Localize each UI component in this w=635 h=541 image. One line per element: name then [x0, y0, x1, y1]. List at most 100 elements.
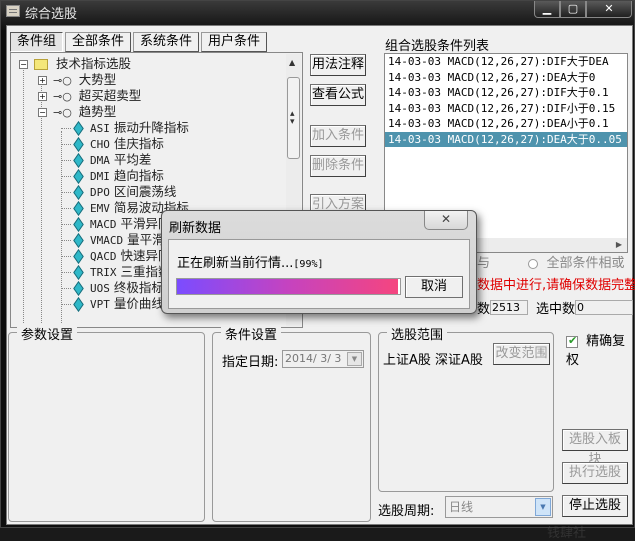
indicator-code: QACD: [90, 250, 117, 263]
chevron-down-icon[interactable]: ▼: [347, 352, 362, 366]
period-label: 选股周期:: [378, 504, 435, 519]
expand-icon[interactable]: +: [38, 76, 47, 85]
expand-icon[interactable]: +: [38, 92, 47, 101]
tab-all-conditions[interactable]: 全部条件: [65, 32, 132, 52]
date-picker[interactable]: 2014/ 3/ 3 ▼: [282, 350, 364, 368]
dialog-cancel-button[interactable]: 取消: [405, 276, 463, 298]
tree-root-technical[interactable]: − 技术指标选股: [19, 56, 131, 72]
indicator-icon: [73, 233, 84, 248]
tree-connector: [61, 128, 71, 129]
tree-leaf-indicator[interactable]: DMA 平均差: [61, 152, 151, 168]
indicator-code: EMV: [90, 202, 110, 215]
scroll-thumb[interactable]: ▴ ▾: [287, 77, 300, 159]
tree-group-trend[interactable]: − ⊸○ 趋势型: [38, 104, 116, 120]
chevron-down-icon[interactable]: ▼: [535, 498, 551, 516]
indicator-code: VMACD: [90, 234, 124, 247]
tree-leaf-indicator[interactable]: DMI 趋向指标: [61, 168, 164, 184]
tab-condition-group[interactable]: 条件组: [10, 32, 64, 52]
indicator-icon: [73, 217, 84, 232]
tree-leaf-indicator[interactable]: ASI 振动升降指标: [61, 120, 189, 136]
indicator-name: 区间震荡线: [113, 184, 177, 199]
indicator-icon: [73, 297, 84, 312]
scope-title: 选股范围: [387, 324, 448, 343]
indicator-name: 量价曲线: [113, 296, 164, 311]
indicator-icon: [73, 281, 84, 296]
collapse-icon[interactable]: −: [38, 108, 47, 117]
key-icon: ⊸○: [52, 90, 72, 103]
indicator-icon: [73, 249, 84, 264]
tab-bar: 条件组 全部条件 系统条件 用户条件: [10, 32, 268, 52]
tab-user-conditions[interactable]: 用户条件: [201, 32, 268, 52]
maximize-button[interactable]: ▢: [560, 1, 586, 18]
tree-connector: [61, 240, 71, 241]
usage-notes-button[interactable]: 用法注释: [310, 54, 366, 76]
radio-all-or-label[interactable]: 全部条件相或: [546, 256, 624, 271]
tree-leaf-indicator[interactable]: TRIX 三重指数: [61, 264, 171, 280]
tab-system-conditions[interactable]: 系统条件: [133, 32, 200, 52]
indicator-icon: [73, 169, 84, 184]
indicator-code: DPO: [90, 186, 110, 199]
period-select[interactable]: 日线 ▼: [445, 496, 553, 518]
params-title: 参数设置: [17, 324, 78, 343]
tree-connector: [61, 304, 71, 305]
dialog-close-button[interactable]: ✕: [424, 211, 468, 230]
indicator-code: MACD: [90, 218, 117, 231]
condition-item[interactable]: 14-03-03 MACD(12,26,27):DEA大于0..05: [385, 131, 627, 147]
period-value: 日线: [449, 500, 474, 514]
tree-connector: [61, 144, 71, 145]
close-button[interactable]: ✕: [586, 1, 632, 18]
indicator-code: ASI: [90, 122, 110, 135]
logic-radio-group: 与 全部条件相或: [477, 252, 624, 271]
indicator-icon: [73, 185, 84, 200]
indicator-name: 平均差: [113, 152, 152, 167]
stop-screening-button[interactable]: 停止选股: [562, 495, 628, 517]
collapse-icon[interactable]: −: [19, 60, 28, 69]
condition-item[interactable]: 14-03-03 MACD(12,26,27):DIF小于0.15: [385, 101, 627, 117]
tree-leaf-indicator[interactable]: VPT 量价曲线: [61, 296, 164, 312]
tree-leaf-indicator[interactable]: VMACD 量平滑: [61, 232, 165, 248]
indicator-name: 趋向指标: [113, 168, 164, 183]
scroll-up-arrow-icon[interactable]: ▲: [289, 58, 295, 67]
condition-settings-title: 条件设置: [221, 324, 282, 343]
indicator-icon: [73, 153, 84, 168]
tree-group-market[interactable]: + ⊸○ 大势型: [38, 72, 116, 88]
tree-connector: [61, 256, 71, 257]
folder-icon: [33, 59, 48, 70]
indicator-icon: [73, 265, 84, 280]
tree-leaf-indicator[interactable]: MACD 平滑异同: [61, 216, 171, 232]
execute-screening-button[interactable]: 执行选股: [562, 462, 628, 484]
scroll-right-arrow-icon[interactable]: ▶: [616, 240, 622, 249]
refresh-data-dialog: 刷新数据 ✕ 正在刷新当前行情...[99%] 取消: [161, 210, 477, 314]
tree-connector: [61, 160, 71, 161]
tree-leaf-indicator[interactable]: DPO 区间震荡线: [61, 184, 176, 200]
condition-item[interactable]: 14-03-03 MACD(12,26,27):DIF大于DEA: [385, 54, 627, 70]
radio-all-and-label[interactable]: 与: [477, 256, 490, 271]
indicator-code: VPT: [90, 298, 110, 311]
tree-leaf-indicator[interactable]: QACD 快速异同: [61, 248, 171, 264]
precise-adjust-checkbox[interactable]: 精确复权: [566, 330, 632, 368]
title-bar[interactable]: 综合选股 ▁ ▢ ✕: [1, 1, 635, 23]
radio-all-or[interactable]: [528, 258, 539, 269]
add-condition-button[interactable]: 加入条件: [310, 125, 366, 147]
condition-item[interactable]: 14-03-03 MACD(12,26,27):DIF大于0.1: [385, 85, 627, 101]
grip-icon: ▴ ▾: [290, 109, 295, 127]
tree-connector: [61, 208, 71, 209]
minimize-button[interactable]: ▁: [534, 1, 560, 18]
tree-group-overbought[interactable]: + ⊸○ 超买超卖型: [38, 88, 141, 104]
tree-connector: [61, 192, 71, 193]
total-count-value: 2513: [490, 300, 529, 315]
condition-item[interactable]: 14-03-03 MACD(12,26,27):DEA小于0.1: [385, 116, 627, 132]
view-formula-button[interactable]: 查看公式: [310, 84, 366, 106]
tree-leaf-indicator[interactable]: UOS 终极指标: [61, 280, 164, 296]
add-to-block-button[interactable]: 选股入板块: [562, 429, 628, 467]
tree-leaf-indicator[interactable]: CHO 佳庆指标: [61, 136, 164, 152]
change-scope-button[interactable]: 改变范围: [493, 343, 550, 365]
delete-condition-button[interactable]: 删除条件: [310, 155, 366, 177]
checkbox-checked-icon[interactable]: [566, 334, 578, 348]
condition-item[interactable]: 14-03-03 MACD(12,26,27):DEA大于0: [385, 70, 627, 86]
scope-markets: 上证A股 深证A股: [383, 353, 483, 368]
key-icon: ⊸○: [52, 106, 72, 119]
tree-connector: [61, 224, 71, 225]
refresh-message: 正在刷新当前行情...[99%]: [177, 256, 324, 271]
selected-count-value: 0: [575, 300, 634, 315]
